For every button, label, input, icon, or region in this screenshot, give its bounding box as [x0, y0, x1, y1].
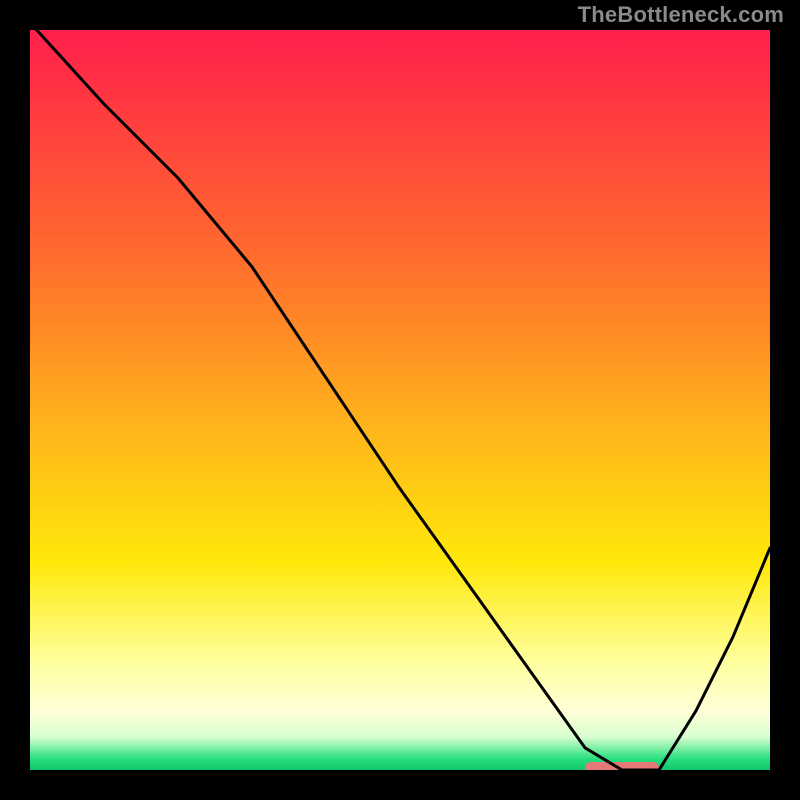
chart-plot-area — [30, 30, 770, 770]
chart-svg — [30, 30, 770, 770]
chart-frame: TheBottleneck.com — [0, 0, 800, 800]
watermark-text: TheBottleneck.com — [578, 2, 784, 28]
